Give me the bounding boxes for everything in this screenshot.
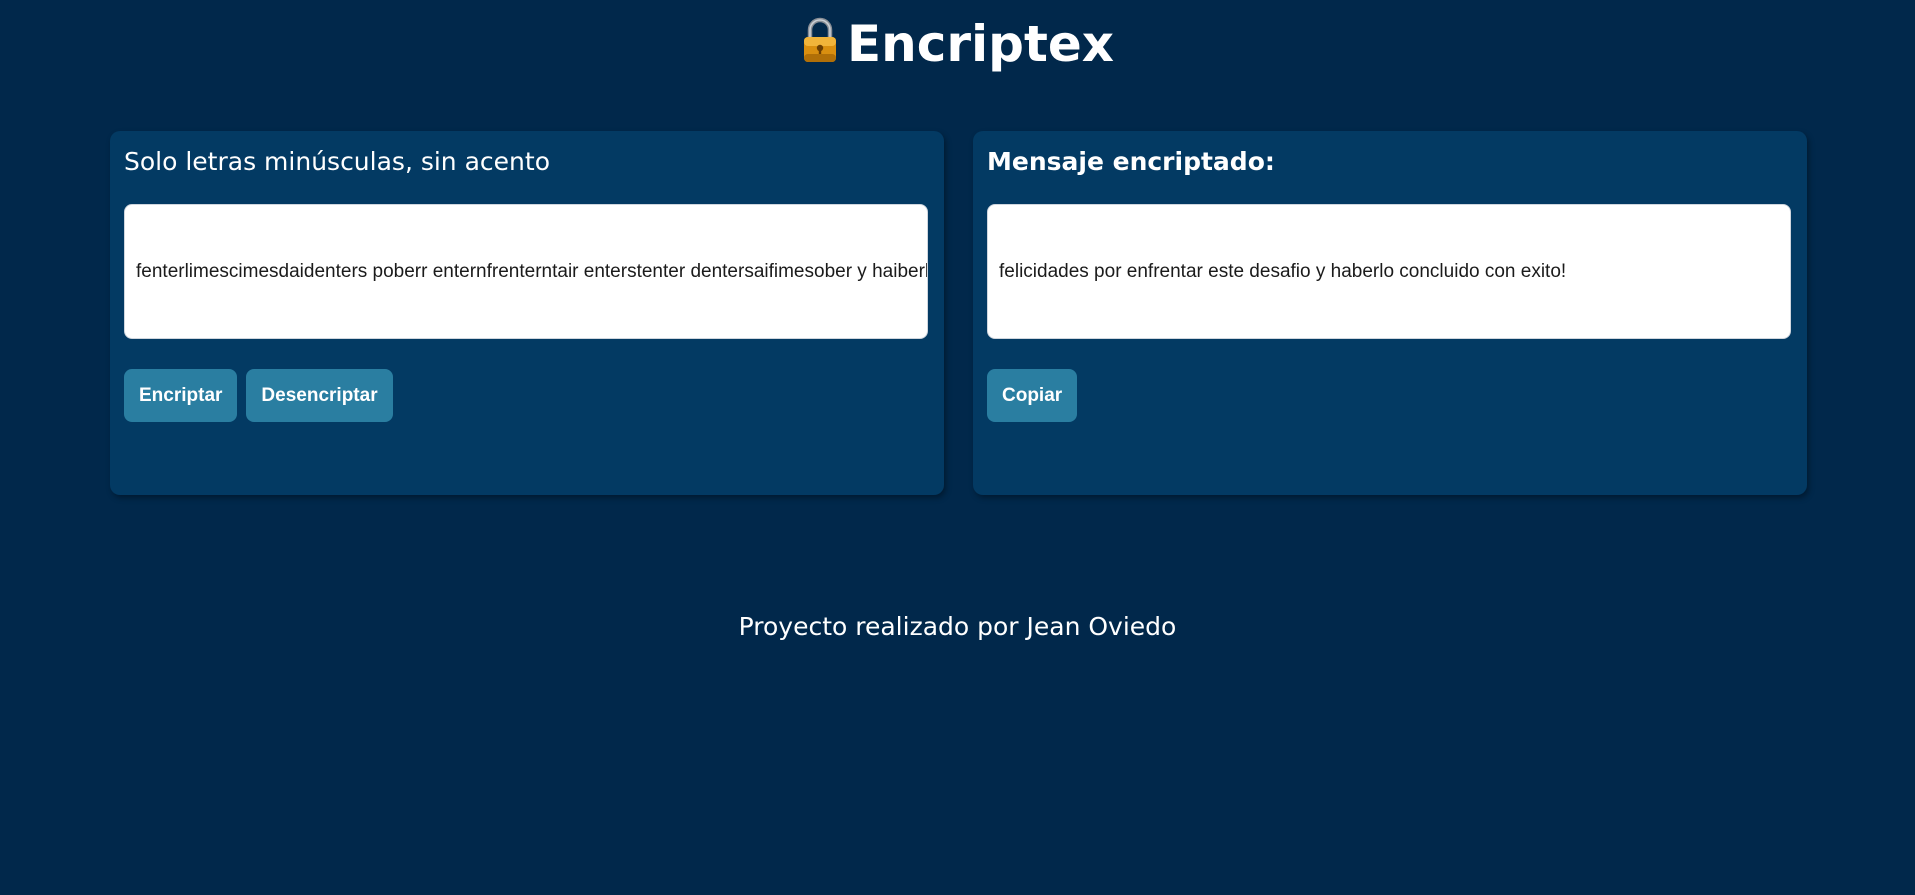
- copy-button[interactable]: Copiar: [987, 369, 1078, 422]
- input-panel: Solo letras minúsculas, sin acento fente…: [110, 131, 944, 495]
- output-heading: Mensaje encriptado:: [987, 147, 1275, 176]
- action-buttons: Encriptar Desencriptar: [124, 369, 393, 422]
- page: Encriptex Solo letras minúsculas, sin ac…: [0, 0, 1915, 895]
- copy-button-row: Copiar: [987, 369, 1078, 422]
- output-panel: Mensaje encriptado: felicidades por enfr…: [973, 131, 1807, 495]
- footer-credit: Proyecto realizado por Jean Oviedo: [738, 612, 1177, 641]
- message-input[interactable]: fenterlimescimesdaidenters poberr entern…: [124, 204, 928, 339]
- result-output[interactable]: felicidades por enfrentar este desafio y…: [987, 204, 1791, 339]
- input-instructions: Solo letras minúsculas, sin acento: [124, 147, 550, 176]
- app-header: Encriptex: [0, 14, 1915, 74]
- app-title: Encriptex: [846, 15, 1115, 73]
- lock-icon: [801, 16, 839, 64]
- decrypt-button[interactable]: Desencriptar: [246, 369, 393, 422]
- encrypt-button[interactable]: Encriptar: [124, 369, 238, 422]
